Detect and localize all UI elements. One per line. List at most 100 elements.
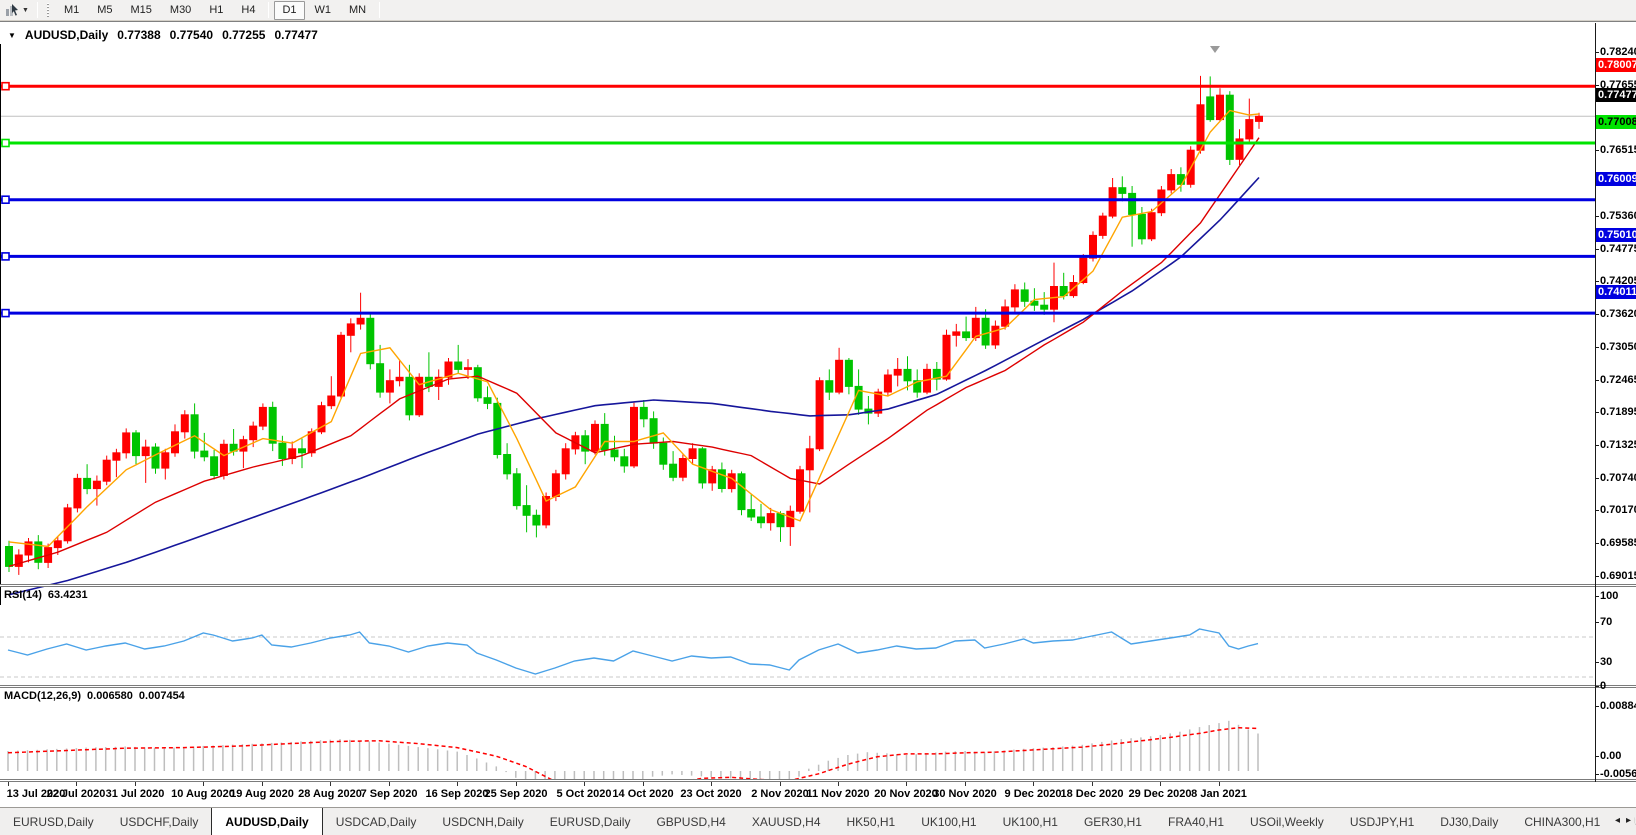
chart-tab-usdcad-daily[interactable]: USDCAD,Daily <box>323 808 430 835</box>
candle-body <box>279 443 286 458</box>
timeframe-button-h1[interactable]: H1 <box>201 1 231 20</box>
tab-scroll-left-icon[interactable]: ◂ <box>1615 815 1620 826</box>
chart-tab-xauusd-h4[interactable]: XAUUSD,H4 <box>739 808 834 835</box>
time-axis-tick <box>76 782 77 786</box>
rsi-value: 63.4231 <box>48 589 88 601</box>
time-axis-tick <box>330 782 331 786</box>
candle-body <box>738 474 745 510</box>
candle-body <box>328 396 335 406</box>
rsi-panel-canvas[interactable] <box>0 608 1595 706</box>
time-axis-tick <box>516 782 517 786</box>
candle-body <box>777 514 784 527</box>
main-chart-canvas[interactable] <box>0 44 1595 605</box>
candle-body <box>972 318 979 337</box>
candle-body <box>377 364 384 392</box>
time-axis-tick <box>8 782 9 786</box>
candle-body <box>1226 95 1233 159</box>
candle-body <box>787 511 794 526</box>
price-axis-tick <box>1595 478 1599 479</box>
candle-body <box>386 381 393 392</box>
time-axis-label: 28 Aug 2020 <box>298 788 362 800</box>
chart-tab-china300-h1[interactable]: CHINA300,H1 <box>1511 808 1613 835</box>
candle-body <box>259 407 266 426</box>
chart-tab-eurusd-daily[interactable]: EURUSD,Daily <box>0 808 107 835</box>
time-axis-label: 30 Nov 2020 <box>933 788 997 800</box>
candle-body <box>1256 116 1263 121</box>
chart-tab-usdjpy-h1[interactable]: USDJPY,H1 <box>1337 808 1427 835</box>
time-axis-tick <box>838 782 839 786</box>
panel-splitter-rsi-macd[interactable] <box>0 685 1636 688</box>
time-axis-label: 5 Oct 2020 <box>556 788 611 800</box>
chart-cursor-icon[interactable] <box>3 2 21 18</box>
toolbar-grip[interactable] <box>46 3 51 17</box>
chart-tab-uk100-h1[interactable]: UK100,H1 <box>990 808 1071 835</box>
chart-tab-usdcnh-daily[interactable]: USDCNH,Daily <box>429 808 536 835</box>
price-level-badge: 0.75010 <box>1596 228 1636 242</box>
chart-tab-dj30-daily[interactable]: DJ30,Daily <box>1427 808 1511 835</box>
chart-tab-eurusd-daily[interactable]: EURUSD,Daily <box>537 808 644 835</box>
timeframe-toolbar: ▼ M1M5M15M30H1H4 D1W1MN <box>0 0 1636 21</box>
timeframe-button-mn[interactable]: MN <box>341 1 374 20</box>
price-axis-tick <box>1595 52 1599 53</box>
chart-tab-gbpusd-h4[interactable]: GBPUSD,H4 <box>643 808 738 835</box>
candle-body <box>689 449 696 459</box>
time-axis-label: 29 Dec 2020 <box>1129 788 1192 800</box>
price-axis-tick-label: 0.74775 <box>1600 243 1636 256</box>
line-anchor-handle[interactable] <box>2 196 9 203</box>
chart-tab-ger30-h1[interactable]: GER30,H1 <box>1071 808 1155 835</box>
rsi-indicator-label: RSI(14) 63.4231 <box>4 589 88 601</box>
mt4-window: ▼ M1M5M15M30H1H4 D1W1MN ▼ AUDUSD,Daily 0.… <box>0 0 1636 835</box>
rsi-axis-tick <box>1595 686 1599 687</box>
line-anchor-handle[interactable] <box>2 253 9 260</box>
candle-body <box>748 510 755 517</box>
chart-shift-marker-icon[interactable] <box>1210 46 1220 53</box>
time-axis[interactable]: 13 Jul 202022 Jul 202031 Jul 202010 Aug … <box>0 782 1636 808</box>
time-axis-label: 9 Dec 2020 <box>1005 788 1062 800</box>
time-axis-tick <box>780 782 781 786</box>
timeframe-button-w1[interactable]: W1 <box>307 1 340 20</box>
rsi-axis-tick <box>1595 596 1599 597</box>
timeframe-button-m5[interactable]: M5 <box>89 1 120 20</box>
tab-scroll-right-icon[interactable]: ▸ <box>1626 815 1631 826</box>
candle-body <box>269 407 276 443</box>
time-axis-label: 2 Nov 2020 <box>751 788 808 800</box>
candle-body <box>162 453 169 468</box>
candle-body <box>172 432 179 453</box>
candle-body <box>523 506 530 516</box>
chart-tab-hk50-h1[interactable]: HK50,H1 <box>834 808 909 835</box>
chart-tab-audusd-daily[interactable]: AUDUSD,Daily <box>211 807 322 835</box>
candle-body <box>211 457 218 476</box>
chart-tab-fra40-h1[interactable]: FRA40,H1 <box>1155 808 1237 835</box>
candle-body <box>181 415 188 432</box>
price-axis-tick <box>1595 576 1599 577</box>
timeframe-button-d1[interactable]: D1 <box>274 1 304 20</box>
price-axis-tick-label: 0.69015 <box>1600 570 1636 583</box>
line-anchor-handle[interactable] <box>2 140 9 147</box>
candle-body <box>416 377 423 415</box>
candle-body <box>1207 97 1214 120</box>
timeframe-button-m15[interactable]: M15 <box>123 1 160 20</box>
candle-body <box>836 360 843 392</box>
candle-body <box>631 407 638 466</box>
candle-body <box>357 318 364 324</box>
panel-splitter-main-rsi[interactable] <box>0 584 1636 587</box>
time-axis-label: 25 Sep 2020 <box>485 788 548 800</box>
chevron-down-icon[interactable]: ▼ <box>22 7 29 14</box>
timeframe-button-m30[interactable]: M30 <box>162 1 199 20</box>
candle-body <box>347 324 354 335</box>
line-anchor-handle[interactable] <box>2 83 9 90</box>
candle-body <box>650 419 657 443</box>
timeframe-button-h4[interactable]: H4 <box>233 1 263 20</box>
macd-value-signal: 0.007454 <box>139 690 185 702</box>
candle-body <box>220 444 227 475</box>
timeframe-button-m1[interactable]: M1 <box>56 1 87 20</box>
price-axis-tick <box>1595 412 1599 413</box>
time-axis-label: 22 Jul 2020 <box>47 788 106 800</box>
price-axis-tick-label: 0.70740 <box>1600 472 1636 485</box>
chart-tab-usoil-weekly[interactable]: USOil,Weekly <box>1237 808 1337 835</box>
chart-tab-usdchf-daily[interactable]: USDCHF,Daily <box>107 808 212 835</box>
line-anchor-handle[interactable] <box>2 310 9 317</box>
chart-tab-uk100-h1[interactable]: UK100,H1 <box>908 808 989 835</box>
rsi-axis-tick-label: 100 <box>1600 590 1618 603</box>
collapse-indicator-icon[interactable]: ▼ <box>8 31 16 40</box>
